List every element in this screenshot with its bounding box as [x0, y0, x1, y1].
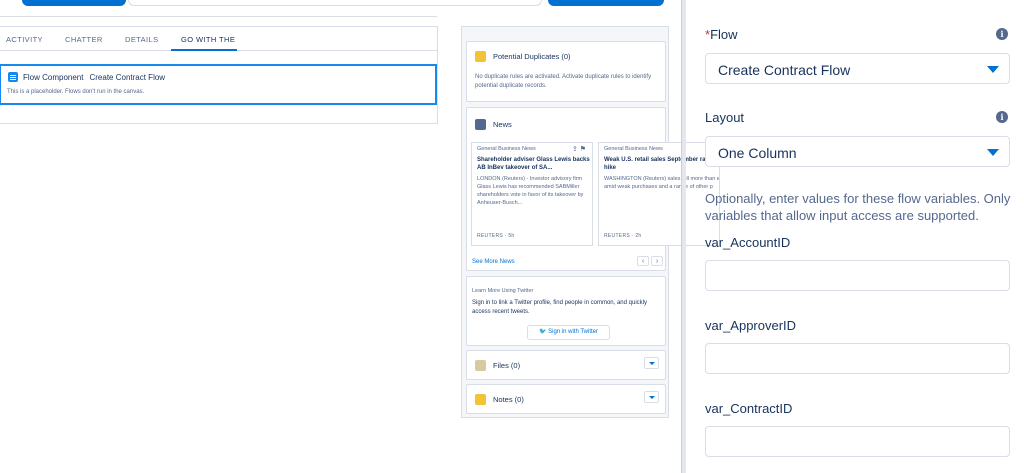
news-prev-button[interactable]: ‹ — [637, 256, 649, 266]
panel-divider[interactable] — [681, 0, 686, 473]
files-card: Files (0) — [466, 350, 666, 380]
header-divider — [0, 16, 437, 17]
files-menu-button[interactable] — [644, 357, 659, 369]
notes-icon — [475, 394, 486, 405]
path-stage-button[interactable] — [128, 0, 542, 6]
sign-in-with-twitter-label: Sign in with Twitter — [548, 329, 599, 335]
news-headline[interactable]: Weak U.S. retail sales September rate hi… — [604, 156, 719, 172]
chevron-left-icon: ‹ — [641, 258, 645, 265]
news-icon — [475, 119, 486, 130]
layout-select[interactable]: One Column — [705, 136, 1010, 167]
notes-menu-button[interactable] — [644, 391, 659, 403]
tab-details[interactable]: DETAILS — [125, 35, 159, 44]
flow-field-label: *Flow — [705, 27, 738, 42]
flow-icon — [8, 72, 18, 82]
flow-component-placeholder-text: This is a placeholder. Flows don't run i… — [7, 89, 145, 95]
tab-chatter[interactable]: CHATTER — [65, 35, 103, 44]
chevron-right-icon: › — [655, 258, 659, 265]
news-item[interactable]: General Business News ⇪ ⚑ Shareholder ad… — [471, 142, 593, 246]
twitter-bird-icon: 🐦 — [538, 329, 547, 335]
var-accountid-input[interactable] — [705, 260, 1010, 291]
notes-title[interactable]: Notes (0) — [493, 395, 524, 404]
flow-component-flow-name: Create Contract Flow — [89, 73, 166, 82]
twitter-message: Sign in to link a Twitter profile, find … — [472, 300, 647, 315]
news-footer: REUTERS · 5h — [477, 233, 515, 239]
tab-activity[interactable]: ACTIVITY — [6, 35, 43, 44]
twitter-card: Learn More Using Twitter Sign in to link… — [466, 276, 666, 346]
flow-component[interactable]: Flow Component Create Contract Flow This … — [0, 64, 437, 105]
var-approverid-label: var_ApproverID — [705, 318, 797, 333]
news-next-button[interactable]: › — [651, 256, 663, 266]
potential-duplicates-card: Potential Duplicates (0) No duplicate ru… — [466, 41, 666, 102]
chevron-down-icon — [987, 66, 999, 73]
files-icon — [475, 360, 486, 371]
news-card: News General Business News ⇪ ⚑ Sharehold… — [466, 107, 720, 271]
news-item[interactable]: General Business News Weak U.S. retail s… — [598, 142, 720, 246]
record-main-card: ACTIVITY CHATTER DETAILS GO WITH THE Flo… — [0, 26, 438, 124]
tab-go-with-the[interactable]: GO WITH THE — [181, 35, 235, 44]
record-tabs: ACTIVITY CHATTER DETAILS GO WITH THE — [0, 27, 437, 51]
news-body: WASHINGTON (Reuters) sales fell more tha… — [604, 176, 720, 190]
flow-select-value: Create Contract Flow — [718, 62, 851, 78]
flow-component-title: Flow Component Create Contract Flow — [23, 73, 165, 82]
news-actions: ⇪ ⚑ — [572, 145, 586, 153]
notes-card: Notes (0) — [466, 384, 666, 414]
share-icon[interactable]: ⇪ — [572, 146, 578, 153]
news-title: News — [493, 120, 512, 129]
news-headline[interactable]: Shareholder adviser Glass Lewis backs AB… — [477, 156, 592, 172]
news-source: General Business News — [477, 146, 536, 152]
flow-select[interactable]: Create Contract Flow — [705, 53, 1010, 84]
flow-component-label: Flow Component — [23, 73, 84, 82]
news-footer: REUTERS · 2h — [604, 233, 642, 239]
var-approverid-input[interactable] — [705, 343, 1010, 374]
info-icon[interactable]: i — [996, 28, 1008, 40]
flow-label-text: Flow — [710, 27, 738, 42]
layout-select-value: One Column — [718, 145, 797, 161]
see-more-news-link[interactable]: See More News — [472, 258, 515, 267]
info-icon[interactable]: i — [996, 111, 1008, 123]
chevron-down-icon — [987, 149, 999, 156]
twitter-heading: Learn More Using Twitter — [472, 288, 534, 294]
mark-stage-complete-button[interactable] — [548, 0, 664, 6]
flag-icon[interactable]: ⚑ — [580, 146, 586, 153]
layout-field-label: Layout — [705, 110, 745, 125]
potential-duplicates-message: No duplicate rules are activated. Activa… — [475, 74, 652, 89]
flow-variables-help-text: Optionally, enter values for these flow … — [705, 191, 1011, 223]
var-contractid-input[interactable] — [705, 426, 1010, 457]
sidebar-column: Potential Duplicates (0) No duplicate ru… — [461, 26, 720, 418]
path-stage-button[interactable] — [22, 0, 126, 6]
var-accountid-label: var_AccountID — [705, 235, 791, 250]
potential-duplicates-title[interactable]: Potential Duplicates (0) — [493, 52, 571, 61]
sign-in-with-twitter-button[interactable]: 🐦 Sign in with Twitter — [527, 325, 610, 340]
var-contractid-label: var_ContractID — [705, 401, 793, 416]
duplicates-icon — [475, 51, 486, 62]
news-source: General Business News — [604, 146, 663, 152]
files-title[interactable]: Files (0) — [493, 361, 520, 370]
active-tab-indicator — [171, 49, 237, 51]
news-body: LONDON (Reuters) - Investor advisory fir… — [477, 176, 584, 206]
